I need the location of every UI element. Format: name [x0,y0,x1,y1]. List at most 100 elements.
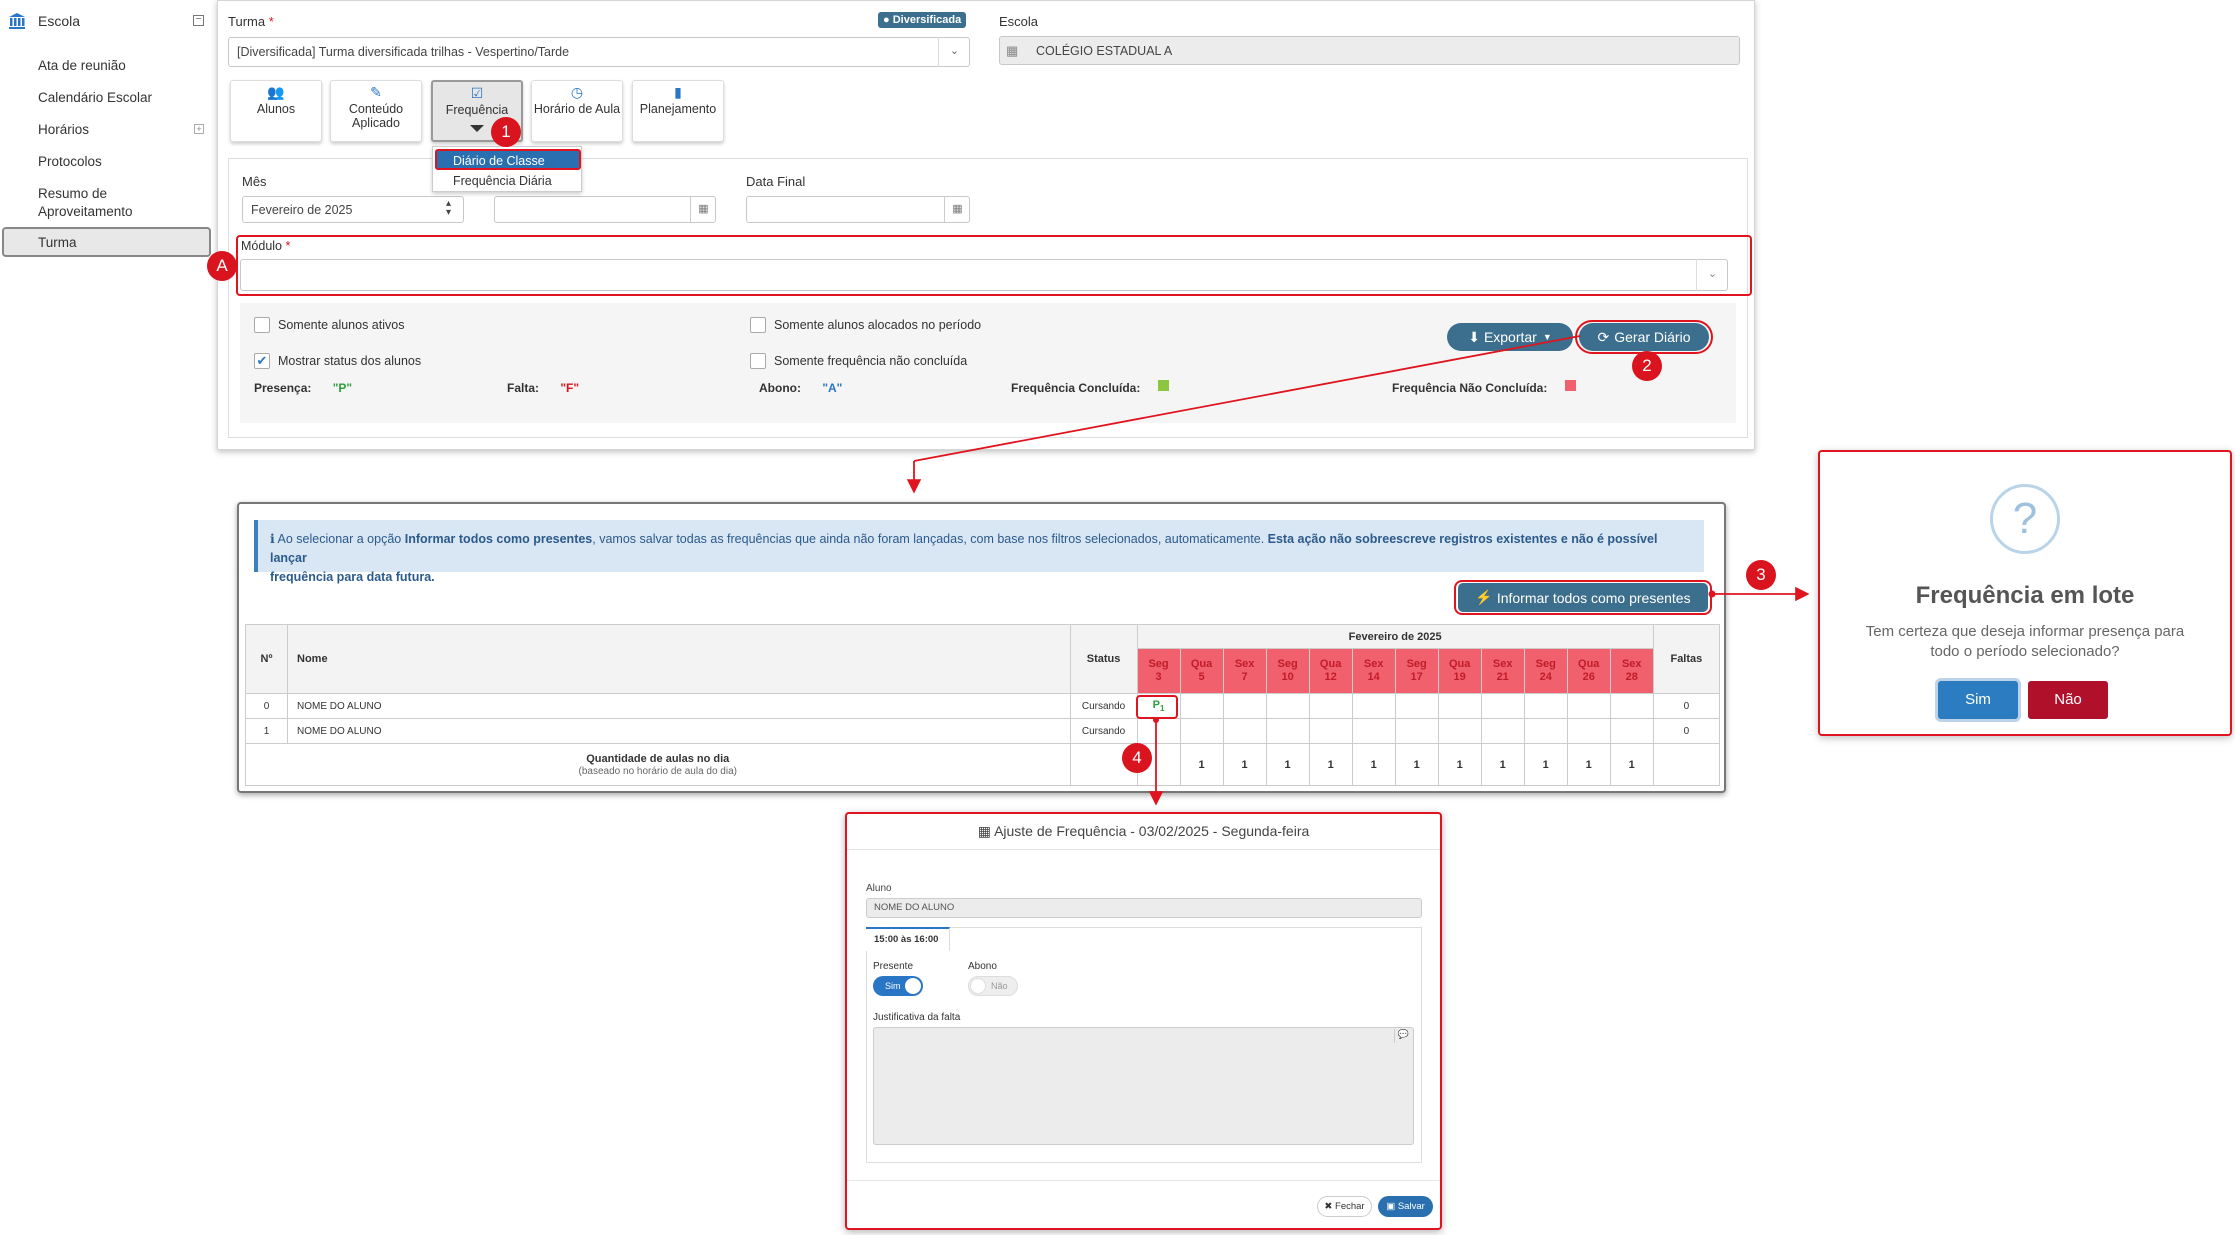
calendar-icon[interactable]: ▦ [690,197,716,222]
tab-planejamento[interactable]: ▮ Planejamento [632,80,724,142]
calendar-icon[interactable]: ▦ [944,197,970,222]
attendance-cell[interactable] [1480,693,1525,719]
informar-highlight [1454,580,1712,615]
qtd-faltas-empty [1652,743,1721,786]
attendance-cell[interactable] [1351,718,1396,744]
col-n: Nº [244,624,289,694]
clock-icon: ◷ [570,84,584,100]
attendance-cell[interactable] [1179,693,1224,719]
step-badge-3: 3 [1746,560,1776,590]
attendance-cell[interactable] [1179,718,1224,744]
attendance-cell[interactable] [1265,693,1310,719]
turma-select[interactable]: [Diversificada] Turma diversificada tril… [228,37,970,67]
attendance-cell[interactable] [1523,718,1568,744]
abono-toggle[interactable]: Não [968,976,1018,996]
concluida-swatch [1158,380,1169,391]
check-square-icon: ☑ [470,85,484,101]
row-name: NOME DO ALUNO [287,718,1071,744]
row-name: NOME DO ALUNO [287,693,1071,719]
row-status: Cursando [1069,718,1138,744]
attendance-cell[interactable] [1437,693,1482,719]
qtd-cell: Quantidade de aulas no dia (baseado no ho… [245,743,1071,786]
day-header: Qua 26 [1566,648,1611,694]
day-header: Seg 3 [1136,648,1181,694]
qtd-value: 1 [1437,743,1482,786]
sidebar-item-turma-active[interactable] [2,227,211,257]
dropdown-diario-classe[interactable]: Diário de Classe [435,149,581,170]
tab-alunos[interactable]: 👥 Alunos [230,80,322,142]
data-inicial-input[interactable] [494,196,716,223]
col-status: Status [1069,624,1138,694]
justificativa-label: Justificativa da falta [873,1012,961,1023]
attendance-cell[interactable] [1566,693,1611,719]
dropdown-frequencia-diaria[interactable]: Frequência Diária [435,171,581,191]
attendance-cell[interactable] [1394,693,1439,719]
legend-nao-concluida: Frequência Não Concluída: [1392,381,1548,395]
expand-icon[interactable]: + [194,124,204,134]
turma-label: Turma * [228,14,274,29]
download-icon: ⬇ [1468,328,1480,345]
qtd-value: 1 [1566,743,1611,786]
presente-toggle[interactable]: Sim [873,976,923,996]
sim-button[interactable]: Sim [1938,681,2018,719]
day-header: Sex 14 [1351,648,1396,694]
tab-horario[interactable]: ◷ Horário de Aula [531,80,623,142]
sidebar-school-label[interactable]: Escola [38,13,80,29]
modal-text: Tem certeza que deseja informar presença… [1865,623,2185,661]
row-faltas: 0 [1652,693,1721,719]
qtd-value: 1 [1351,743,1396,786]
attendance-cell[interactable] [1351,693,1396,719]
alocados-label: Somente alunos alocados no período [774,318,982,332]
collapse-icon[interactable]: − [193,15,204,26]
legend-concluida: Frequência Concluída: [1011,381,1141,395]
step-badge-4: 4 [1122,743,1152,773]
attendance-cell[interactable] [1222,693,1267,719]
qtd-value: 1 [1222,743,1267,786]
turma-chevron-icon[interactable]: ⌄ [938,37,970,67]
attendance-cell[interactable] [1308,693,1353,719]
attendance-cell[interactable] [1480,718,1525,744]
salvar-button[interactable]: ▣ Salvar [1378,1196,1433,1217]
tab-conteudo[interactable]: ✎ Conteúdo Aplicado [330,80,422,142]
attendance-cell[interactable] [1609,718,1654,744]
col-nome: Nome [287,624,1071,694]
attendance-cell[interactable] [1394,718,1439,744]
nao-button[interactable]: Não [2028,681,2108,719]
attendance-cell[interactable] [1308,718,1353,744]
data-final-input[interactable] [746,196,970,223]
day-header: Qua 12 [1308,648,1353,694]
step-badge-a: A [207,251,237,281]
attendance-cell[interactable] [1265,718,1310,744]
justificativa-textarea[interactable] [873,1027,1414,1145]
exportar-button[interactable]: ⬇ Exportar ▼ [1447,323,1573,351]
ativos-checkbox[interactable] [254,317,270,333]
tab-horario-1500[interactable]: 15:00 às 16:00 [866,927,950,951]
frequencia-dropdown: Diário de Classe Frequência Diária [432,146,582,192]
sidebar-item-calendario[interactable]: Calendário Escolar [38,90,152,105]
alocados-checkbox[interactable] [750,317,766,333]
row-faltas: 0 [1652,718,1721,744]
nao-concluida-checkbox[interactable] [750,353,766,369]
sidebar-item-resumo[interactable]: Resumo de Aproveitamento [38,185,188,220]
qtd-value: 1 [1480,743,1525,786]
attendance-cell[interactable] [1437,718,1482,744]
qtd-value: 1 [1394,743,1439,786]
attendance-cell[interactable] [1136,718,1181,744]
attendance-cell[interactable] [1222,718,1267,744]
presente-label: Presente [873,961,914,972]
status-checkbox[interactable]: ✔ [254,353,270,369]
sidebar-item-ata[interactable]: Ata de reunião [38,58,126,73]
attendance-cell[interactable] [1609,693,1654,719]
mes-select[interactable]: Fevereiro de 2025 [242,196,464,223]
diary-panel: ℹ Ao selecionar a opção Informar todos c… [237,502,1726,793]
day-header: Seg 24 [1523,648,1568,694]
sidebar-item-turma[interactable]: Turma [38,235,77,250]
sidebar-item-protocolos[interactable]: Protocolos [38,154,102,169]
attendance-cell[interactable] [1566,718,1611,744]
legend-presenca: Presença: "P" [254,381,353,395]
sidebar-item-horarios[interactable]: Horários [38,122,89,137]
info-alert: ℹ Ao selecionar a opção Informar todos c… [254,520,1704,584]
fechar-button[interactable]: ✖ Fechar [1317,1196,1372,1217]
attendance-cell[interactable] [1523,693,1568,719]
ajuste-header: ▦ Ajuste de Frequência - 03/02/2025 - Se… [847,814,1440,850]
